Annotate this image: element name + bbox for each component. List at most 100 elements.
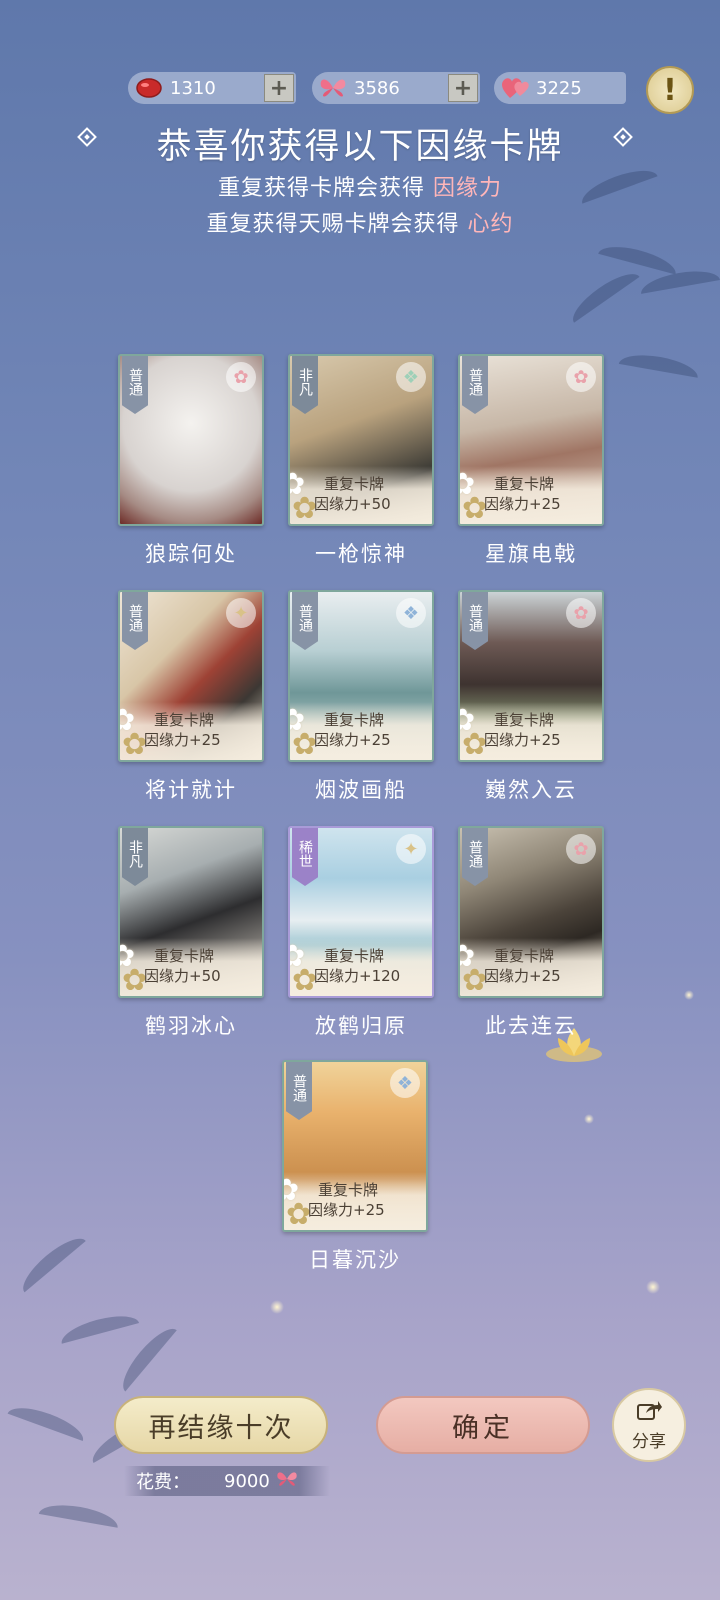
faction-emblem-icon: ✿ [226, 362, 256, 392]
light-dot [646, 1280, 660, 1294]
rarity-tag: 非凡 [292, 356, 318, 414]
light-dot [584, 1114, 594, 1124]
rarity-tag: 非凡 [122, 828, 148, 886]
duplicate-overlay: ✿✿重复卡牌因缘力+25 [460, 938, 602, 996]
rarity-tag: 普通 [286, 1062, 312, 1120]
card-art[interactable]: 普通✦✿✿重复卡牌因缘力+25 [118, 590, 264, 762]
rarity-tag: 稀世 [292, 828, 318, 886]
currency-hearts: 3225 [494, 72, 626, 104]
info-button[interactable]: ! [646, 66, 694, 114]
page-title: 恭喜你获得以下因缘卡牌 [156, 127, 564, 167]
card-name: 巍然入云 [485, 778, 577, 802]
hint-line-1-highlight: 因缘力 [433, 176, 503, 201]
butterfly-icon [276, 1469, 298, 1494]
hearts-value: 3225 [536, 77, 582, 99]
duplicate-overlay: ✿✿重复卡牌因缘力+25 [460, 702, 602, 760]
card-item[interactable]: 普通 ✿ 狼踪何处 [118, 354, 264, 568]
card-item[interactable]: 普通✿✿✿重复卡牌因缘力+25此去连云 [458, 826, 604, 1040]
duplicate-overlay: ✿✿重复卡牌因缘力+50 [290, 466, 432, 524]
card-art[interactable]: 非凡 ✿✿重复卡牌因缘力+50 [118, 826, 264, 998]
duplicate-label: 重复卡牌 [494, 947, 555, 965]
card-art[interactable]: 普通❖✿✿重复卡牌因缘力+25 [288, 590, 434, 762]
duplicate-label: 重复卡牌 [494, 475, 555, 493]
card-item[interactable]: 非凡❖✿✿重复卡牌因缘力+50一枪惊神 [288, 354, 434, 568]
card-item[interactable]: 普通❖✿✿重复卡牌因缘力+25烟波画船 [288, 590, 434, 804]
card-name: 星旗电戟 [485, 542, 577, 566]
card-item[interactable]: 普通 ❖ ✿✿重复卡牌因缘力+25 日暮沉沙 [282, 1060, 428, 1274]
hint-line-1-text: 重复获得卡牌会获得 [217, 176, 425, 201]
currency-butterfly: 3586 + [312, 72, 480, 104]
bonus-label: 因缘力+50 [314, 495, 391, 513]
card-item[interactable]: 普通✦✿✿重复卡牌因缘力+25将计就计 [118, 590, 264, 804]
card-item[interactable]: 普通✿✿✿重复卡牌因缘力+25巍然入云 [458, 590, 604, 804]
rarity-tag: 普通 [122, 592, 148, 650]
bonus-label: 因缘力+25 [484, 731, 561, 749]
confirm-button[interactable]: 确定 [376, 1396, 590, 1454]
faction-emblem-icon: ✿ [566, 362, 596, 392]
bonus-label: 因缘力+25 [484, 967, 561, 985]
butterfly-value: 3586 [354, 77, 400, 99]
red-gem-icon [132, 74, 166, 102]
card-art[interactable]: 稀世✦✿✿重复卡牌因缘力+120 [288, 826, 434, 998]
cost-display: 花费： 9000 [124, 1466, 330, 1496]
card-name: 烟波画船 [315, 778, 407, 802]
card-art[interactable]: 非凡❖✿✿重复卡牌因缘力+50 [288, 354, 434, 526]
hint-line-2: 重复获得天赐卡牌会获得 心约 [0, 206, 720, 238]
add-jade-button[interactable]: + [264, 74, 294, 102]
duplicate-overlay: ✿✿重复卡牌因缘力+25 [284, 1172, 426, 1230]
share-label: 分享 [632, 1431, 666, 1452]
card-art[interactable]: 普通 ❖ ✿✿重复卡牌因缘力+25 [282, 1060, 428, 1232]
duplicate-overlay: ✿✿重复卡牌因缘力+25 [460, 466, 602, 524]
card-art[interactable]: 普通✿✿✿重复卡牌因缘力+25 [458, 354, 604, 526]
card-art[interactable]: 普通✿✿✿重复卡牌因缘力+25 [458, 590, 604, 762]
card-item[interactable]: 稀世✦✿✿重复卡牌因缘力+120 放鹤归原 [288, 826, 434, 1040]
cost-label: 花费： [136, 1472, 190, 1493]
jade-value: 1310 [170, 77, 216, 99]
card-name: 日暮沉沙 [309, 1248, 401, 1272]
share-button[interactable]: 分享 [612, 1388, 686, 1462]
cost-value: 9000 [224, 1470, 270, 1492]
rarity-tag: 普通 [462, 828, 488, 886]
currency-jade: 1310 + [128, 72, 296, 104]
draw-again-button[interactable]: 再结缘十次 [114, 1396, 328, 1454]
bonus-label: 因缘力+25 [144, 731, 221, 749]
duplicate-label: 重复卡牌 [324, 711, 385, 729]
duplicate-label: 重复卡牌 [324, 475, 385, 493]
rarity-tag: 普通 [462, 592, 488, 650]
bonus-label: 因缘力+50 [144, 967, 221, 985]
faction-emblem-icon: ❖ [396, 362, 426, 392]
card-item[interactable]: 普通✿✿✿重复卡牌因缘力+25星旗电戟 [458, 354, 604, 568]
bonus-label: 因缘力+25 [484, 495, 561, 513]
light-dot [270, 1300, 284, 1314]
duplicate-overlay: ✿✿重复卡牌因缘力+120 [290, 938, 432, 996]
faction-emblem-icon: ✦ [226, 598, 256, 628]
butterfly-icon [316, 74, 350, 102]
card-name: 一枪惊神 [315, 542, 407, 566]
card-name: 此去连云 [485, 1014, 577, 1038]
light-dot [684, 990, 694, 1000]
card-name: 将计就计 [145, 778, 237, 802]
rarity-tag: 普通 [292, 592, 318, 650]
duplicate-overlay: ✿✿重复卡牌因缘力+25 [120, 702, 262, 760]
duplicate-overlay: ✿✿重复卡牌因缘力+50 [120, 938, 262, 996]
faction-emblem-icon: ❖ [396, 598, 426, 628]
hint-line-2-highlight: 心约 [467, 212, 514, 237]
rarity-tag: 普通 [122, 356, 148, 414]
card-item[interactable]: 非凡✿✿重复卡牌因缘力+50鹤羽冰心 [118, 826, 264, 1040]
card-name: 放鹤归原 [315, 1014, 407, 1038]
duplicate-label: 重复卡牌 [494, 711, 555, 729]
bamboo-decoration-bottom [0, 1230, 260, 1550]
share-icon [636, 1399, 662, 1427]
duplicate-label: 重复卡牌 [318, 1181, 379, 1199]
duplicate-label: 重复卡牌 [154, 711, 215, 729]
duplicate-overlay: ✿✿重复卡牌因缘力+25 [290, 702, 432, 760]
bonus-label: 因缘力+120 [314, 967, 401, 985]
faction-emblem-icon: ❖ [390, 1068, 420, 1098]
card-art[interactable]: 普通✿✿✿重复卡牌因缘力+25 [458, 826, 604, 998]
faction-emblem-icon: ✿ [566, 834, 596, 864]
add-butterfly-button[interactable]: + [448, 74, 478, 102]
card-art[interactable]: 普通 ✿ [118, 354, 264, 526]
card-name: 狼踪何处 [145, 542, 237, 566]
faction-emblem-icon: ✿ [566, 598, 596, 628]
bonus-label: 因缘力+25 [314, 731, 391, 749]
